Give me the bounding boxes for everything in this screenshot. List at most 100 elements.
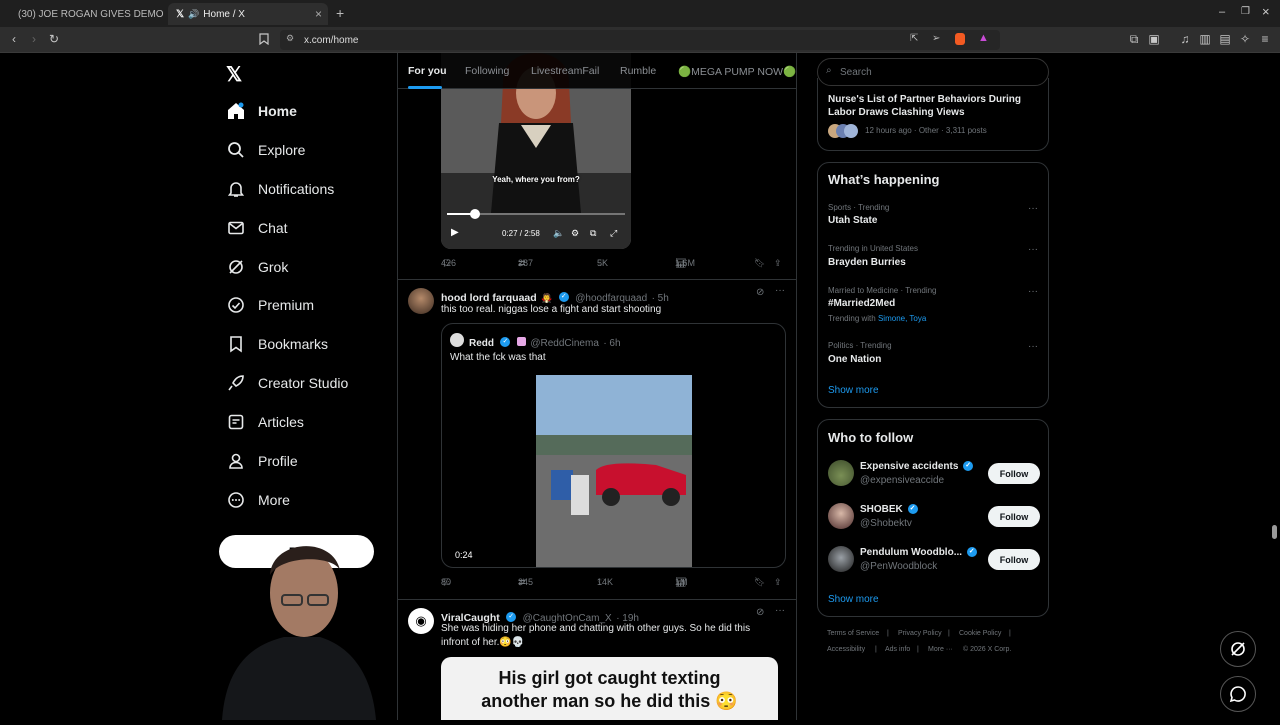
- show-more-link[interactable]: Show more: [828, 385, 879, 396]
- news-trend-card[interactable]: Nurse's List of Partner Behaviors During…: [817, 78, 1049, 151]
- account-name[interactable]: SHOBEK ✓: [860, 504, 920, 515]
- follow-button[interactable]: Follow: [988, 549, 1040, 570]
- browser-tab-youtube[interactable]: (30) JOE ROGAN GIVES DEMOCR: [4, 3, 164, 25]
- nav-articles[interactable]: Articles: [226, 409, 304, 435]
- video-progress-track[interactable]: [447, 209, 625, 219]
- footer-link-terms[interactable]: Terms of Service: [827, 630, 879, 637]
- nav-bookmarks[interactable]: Bookmarks: [226, 331, 328, 357]
- brave-shield-icon[interactable]: [955, 33, 965, 45]
- news-title-line: Nurse's List of Partner Behaviors During: [828, 94, 1021, 105]
- more-options-icon[interactable]: ···: [1028, 244, 1038, 255]
- post-text-line: She was hiding her phone and chatting wi…: [441, 623, 751, 634]
- footer-link-cookie[interactable]: Cookie Policy: [959, 630, 1001, 637]
- video-time: 0:27 / 2:58: [502, 229, 540, 238]
- share-post-icon[interactable]: ⇪: [774, 258, 782, 269]
- more-options-icon[interactable]: ···: [1028, 341, 1038, 352]
- nav-grok[interactable]: Grok: [226, 254, 288, 280]
- grok-explain-icon[interactable]: ⊘: [756, 287, 764, 298]
- nav-home[interactable]: Home: [226, 98, 297, 124]
- reload-icon[interactable]: ↻: [46, 31, 62, 47]
- forward-icon[interactable]: ›: [26, 31, 42, 47]
- footer-links: Terms of Service | Privacy Policy | Cook…: [827, 630, 1052, 660]
- trend-item[interactable]: Sports · Trending Utah State ···: [818, 199, 1048, 233]
- nav-profile[interactable]: Profile: [226, 448, 298, 474]
- bookmark-page-icon[interactable]: [256, 31, 272, 47]
- close-window-icon[interactable]: ×: [1262, 4, 1270, 19]
- tab-following[interactable]: Following: [465, 65, 509, 77]
- bookmark-post-icon[interactable]: 🔖︎: [754, 577, 765, 588]
- account-name[interactable]: Pendulum Woodblo... ✓: [860, 547, 979, 558]
- more-options-icon[interactable]: ···: [775, 285, 785, 296]
- avatar[interactable]: [828, 546, 854, 572]
- extensions-icon[interactable]: ⧉: [1126, 31, 1142, 47]
- tab-livestreamfail[interactable]: LivestreamFail: [531, 65, 599, 77]
- maximize-icon[interactable]: ❐: [1241, 6, 1250, 17]
- new-tab-button[interactable]: +: [336, 5, 344, 21]
- follow-button[interactable]: Follow: [988, 506, 1040, 527]
- nav-more[interactable]: More: [226, 487, 290, 513]
- nav-creator-studio[interactable]: Creator Studio: [226, 370, 348, 396]
- pip-icon[interactable]: ⧉: [590, 228, 596, 239]
- video-caption: Yeah, where you from?: [492, 175, 580, 184]
- nav-explore[interactable]: Explore: [226, 137, 305, 163]
- nav-chat[interactable]: Chat: [226, 215, 288, 241]
- nav-premium[interactable]: Premium: [226, 292, 314, 318]
- tab-manager-icon[interactable]: ▣: [1146, 31, 1162, 47]
- share-icon[interactable]: ⇱: [910, 33, 918, 44]
- bookmark-post-icon[interactable]: 🔖︎: [754, 258, 765, 269]
- author-emoji: 🧛: [541, 293, 553, 303]
- address-bar[interactable]: ⚙ x.com/home ⇱ ➢ ▲: [280, 30, 1000, 50]
- back-icon[interactable]: ‹: [6, 31, 22, 47]
- tab-for-you[interactable]: For you: [408, 65, 447, 77]
- avatar[interactable]: [828, 460, 854, 486]
- brave-rewards-icon[interactable]: ▲: [978, 32, 989, 44]
- browser-tab-x-home[interactable]: 𝕏 🔊 Home / X ×: [168, 3, 328, 25]
- minimize-icon[interactable]: –: [1219, 6, 1225, 18]
- follow-button[interactable]: Follow: [988, 463, 1040, 484]
- more-options-icon[interactable]: ···: [1028, 203, 1038, 214]
- tab-mega-pump-now[interactable]: 🟢MEGA PUMP NOW🟢: [678, 65, 796, 78]
- leo-ai-icon[interactable]: ✧: [1237, 31, 1253, 47]
- music-icon[interactable]: ♫: [1177, 31, 1193, 47]
- close-tab-icon[interactable]: ×: [315, 7, 322, 21]
- trend-item[interactable]: Married to Medicine · Trending #Married2…: [818, 282, 1048, 328]
- more-options-icon[interactable]: ···: [1028, 286, 1038, 297]
- send-icon[interactable]: ➢: [932, 33, 940, 44]
- more-options-icon[interactable]: ···: [775, 605, 785, 616]
- post-media[interactable]: His girl got caught texting another man …: [441, 657, 778, 720]
- page-scrollbar[interactable]: [1272, 525, 1277, 539]
- share-post-icon[interactable]: ⇪: [774, 577, 782, 588]
- speaker-icon: 🔊: [188, 8, 200, 19]
- footer-link-privacy[interactable]: Privacy Policy: [898, 630, 942, 637]
- footer-link-more[interactable]: More ···: [928, 646, 953, 653]
- footer-link-ads-info[interactable]: Ads info: [885, 646, 910, 653]
- grok-floating-button[interactable]: [1220, 631, 1256, 667]
- account-handle: @PenWoodblock: [860, 561, 938, 572]
- site-info-icon[interactable]: ⚙: [286, 33, 294, 44]
- trend-extra-links[interactable]: Simone, Toya: [878, 314, 926, 323]
- nav-notifications[interactable]: Notifications: [226, 176, 334, 202]
- trend-item[interactable]: Politics · Trending One Nation ···: [818, 337, 1048, 371]
- trend-item[interactable]: Trending in United States Brayden Burrie…: [818, 241, 1048, 275]
- avatar[interactable]: ◉: [408, 608, 434, 634]
- wallet-icon[interactable]: ▤: [1217, 31, 1233, 47]
- grok-explain-icon[interactable]: ⊘: [756, 607, 764, 618]
- x-logo-icon[interactable]: 𝕏: [226, 62, 246, 86]
- play-icon[interactable]: ▶: [451, 227, 459, 238]
- messages-floating-button[interactable]: [1220, 676, 1256, 712]
- avatar[interactable]: [828, 503, 854, 529]
- quoted-video[interactable]: [536, 375, 692, 567]
- account-name[interactable]: Expensive accidents ✓: [860, 461, 975, 472]
- tab-rumble[interactable]: Rumble: [620, 65, 656, 77]
- menu-icon[interactable]: ≡: [1257, 31, 1273, 47]
- avatar[interactable]: [408, 288, 434, 314]
- show-more-link[interactable]: Show more: [828, 594, 879, 605]
- avatar: [844, 124, 858, 138]
- fullscreen-icon[interactable]: ⤢: [610, 228, 617, 239]
- settings-icon[interactable]: ⚙: [571, 228, 579, 239]
- volume-icon[interactable]: 🔈: [553, 228, 564, 239]
- sidebar-icon[interactable]: ▥: [1197, 31, 1213, 47]
- footer-link-accessibility[interactable]: Accessibility: [827, 646, 865, 653]
- nav-label: Creator Studio: [258, 375, 349, 391]
- quoted-post[interactable]: Redd ✓ @ReddCinema · 6h What the fck was…: [441, 323, 786, 568]
